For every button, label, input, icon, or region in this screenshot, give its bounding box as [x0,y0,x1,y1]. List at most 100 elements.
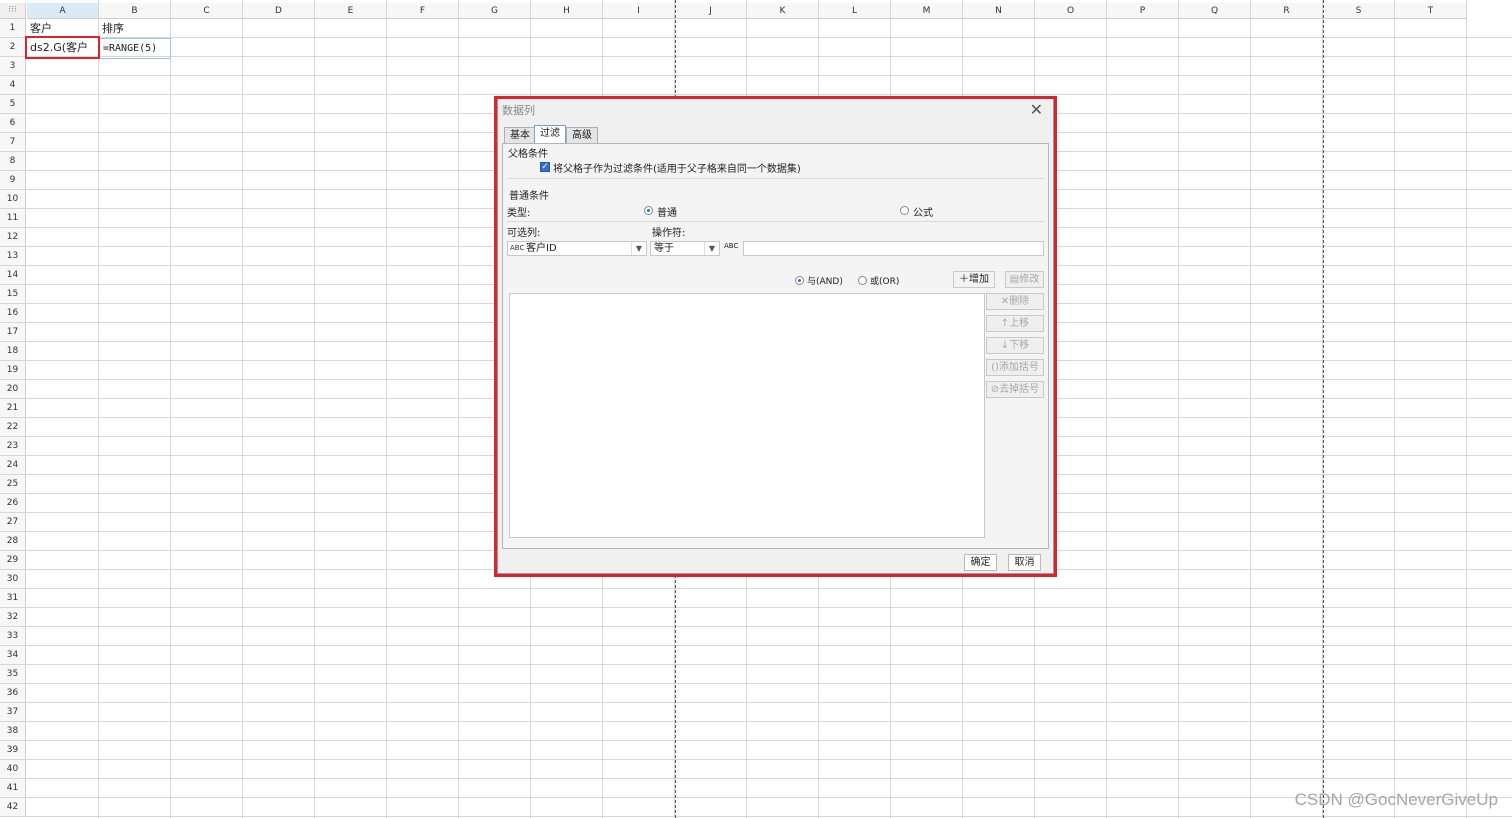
row-header-27[interactable]: 27 [0,513,26,532]
row-header-41[interactable]: 41 [0,779,26,798]
grid-line [1466,0,1467,818]
row-header-28[interactable]: 28 [0,532,26,551]
remove-bracket-button[interactable]: ⊘去掉括号 [986,381,1044,398]
row-header-1[interactable]: 1 [0,19,26,38]
row-header-30[interactable]: 30 [0,570,26,589]
add-button[interactable]: ＋增加 [953,271,995,288]
row-header-16[interactable]: 16 [0,304,26,323]
and-radio[interactable] [795,276,804,285]
column-header-d[interactable]: D [243,3,315,19]
row-header-6[interactable]: 6 [0,114,26,133]
row-header-2[interactable]: 2 [0,38,26,57]
select-all-corner[interactable]: ⁝⁝⁝ [0,3,26,19]
row-header-36[interactable]: 36 [0,684,26,703]
row-header-22[interactable]: 22 [0,418,26,437]
column-header-r[interactable]: R [1251,3,1323,19]
close-icon[interactable]: ✕ [1030,100,1043,119]
row-header-40[interactable]: 40 [0,760,26,779]
operator-select[interactable]: 等于 ▼ [650,241,720,256]
row-header-32[interactable]: 32 [0,608,26,627]
column-select[interactable]: ABC 客户ID ▼ [507,241,647,256]
grid-line [0,75,1512,76]
column-header-o[interactable]: O [1035,3,1107,19]
row-header-17[interactable]: 17 [0,323,26,342]
cell-b2[interactable]: =RANGE(5) [99,38,171,59]
row-header-5[interactable]: 5 [0,95,26,114]
column-header-m[interactable]: M [891,3,963,19]
row-header-21[interactable]: 21 [0,399,26,418]
row-header-39[interactable]: 39 [0,741,26,760]
column-header-a[interactable]: A [27,3,99,19]
column-header-t[interactable]: T [1395,3,1467,19]
column-header-q[interactable]: Q [1179,3,1251,19]
row-header-20[interactable]: 20 [0,380,26,399]
move-down-button[interactable]: ↓下移 [986,337,1044,354]
row-header-24[interactable]: 24 [0,456,26,475]
row-header-11[interactable]: 11 [0,209,26,228]
parent-condition-heading: 父格条件 [508,149,548,160]
row-header-38[interactable]: 38 [0,722,26,741]
tab-advanced[interactable]: 高级 [566,127,598,143]
row-header-12[interactable]: 12 [0,228,26,247]
row-header-3[interactable]: 3 [0,57,26,76]
column-header-e[interactable]: E [315,3,387,19]
cancel-button[interactable]: 取消 [1008,554,1041,571]
row-header-13[interactable]: 13 [0,247,26,266]
column-header-l[interactable]: L [819,3,891,19]
column-header-f[interactable]: F [387,3,459,19]
row-header-34[interactable]: 34 [0,646,26,665]
parent-filter-checkbox[interactable]: ✓ [540,162,550,172]
row-header-4[interactable]: 4 [0,76,26,95]
condition-list[interactable] [509,293,985,538]
row-header-10[interactable]: 10 [0,190,26,209]
cell-b1[interactable]: 排序 [99,19,171,38]
column-header-n[interactable]: N [963,3,1035,19]
chevron-down-icon[interactable]: ▼ [704,242,719,255]
row-header-15[interactable]: 15 [0,285,26,304]
value-input[interactable] [743,241,1044,256]
delete-button[interactable]: ✕删除 [986,293,1044,310]
chevron-down-icon[interactable]: ▼ [631,242,646,255]
column-header-c[interactable]: C [171,3,243,19]
row-header-14[interactable]: 14 [0,266,26,285]
row-header-19[interactable]: 19 [0,361,26,380]
grid-line [0,94,1512,95]
column-header-p[interactable]: P [1107,3,1179,19]
and-label: 与(AND) [807,277,843,287]
add-bracket-button[interactable]: ()添加括号 [986,359,1044,376]
column-header-b[interactable]: B [99,3,171,19]
modify-button[interactable]: ▤修改 [1005,271,1044,288]
move-up-button[interactable]: ↑上移 [986,315,1044,332]
row-header-31[interactable]: 31 [0,589,26,608]
column-header-k[interactable]: K [747,3,819,19]
row-header-35[interactable]: 35 [0,665,26,684]
or-radio[interactable] [858,276,867,285]
row-header-25[interactable]: 25 [0,475,26,494]
row-header-26[interactable]: 26 [0,494,26,513]
type-normal-radio[interactable] [644,206,653,215]
ok-button[interactable]: 确定 [964,554,997,571]
arrow-up-icon: ↑ [1000,318,1010,329]
or-label: 或(OR) [870,277,900,287]
row-header-9[interactable]: 9 [0,171,26,190]
row-header-8[interactable]: 8 [0,152,26,171]
column-header-i[interactable]: I [603,3,675,19]
row-header-42[interactable]: 42 [0,798,26,817]
tab-basic[interactable]: 基本 [504,127,536,143]
row-header-29[interactable]: 29 [0,551,26,570]
column-header-h[interactable]: H [531,3,603,19]
abc-icon[interactable]: ABC [724,242,738,250]
add-bracket-button-label: 添加括号 [998,362,1039,373]
row-header-37[interactable]: 37 [0,703,26,722]
column-header-s[interactable]: S [1323,3,1395,19]
column-header-g[interactable]: G [459,3,531,19]
delete-button-label: 删除 [1009,296,1030,307]
type-formula-radio[interactable] [900,206,909,215]
grid-line [0,721,1512,722]
row-header-33[interactable]: 33 [0,627,26,646]
row-header-23[interactable]: 23 [0,437,26,456]
row-header-7[interactable]: 7 [0,133,26,152]
column-header-j[interactable]: J [675,3,747,19]
row-header-18[interactable]: 18 [0,342,26,361]
tab-filter[interactable]: 过滤 [534,125,566,143]
